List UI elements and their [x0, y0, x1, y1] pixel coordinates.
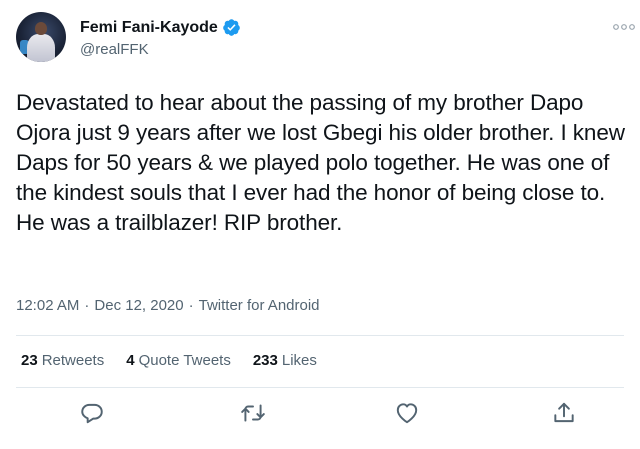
tweet-time[interactable]: 12:02 AM — [16, 297, 79, 314]
tweet-card: Femi Fani-Kayode @realFFK Devastated to … — [0, 0, 640, 449]
likes-stat[interactable]: 233 Likes — [253, 352, 317, 369]
tweet-date[interactable]: Dec 12, 2020 — [94, 297, 183, 314]
tweet-source[interactable]: Twitter for Android — [199, 297, 320, 314]
avatar[interactable] — [16, 12, 66, 62]
more-horizontal-icon[interactable] — [612, 20, 636, 32]
user-handle[interactable]: @realFFK — [80, 41, 149, 58]
retweets-label: Retweets — [41, 352, 105, 369]
retweets-stat[interactable]: 23 Retweets — [21, 352, 104, 369]
author-name-row: Femi Fani-Kayode — [80, 18, 241, 37]
engagement-stats: 23 Retweets 4 Quote Tweets 233 Likes — [21, 352, 339, 369]
heart-icon[interactable] — [394, 400, 420, 426]
retweet-icon[interactable] — [240, 400, 266, 426]
quote-tweets-count: 4 — [126, 352, 135, 369]
divider — [16, 335, 624, 336]
quote-tweets-label: Quote Tweets — [138, 352, 231, 369]
divider — [16, 387, 624, 388]
meta-separator: · — [188, 297, 194, 314]
tweet-text: Devastated to hear about the passing of … — [16, 90, 625, 235]
likes-label: Likes — [281, 352, 317, 369]
reply-icon[interactable] — [79, 400, 105, 426]
meta-separator: · — [84, 297, 90, 314]
likes-count: 233 — [252, 352, 278, 369]
tweet-metadata: 12:02 AM · Dec 12, 2020 · Twitter for An… — [16, 297, 320, 314]
quote-tweets-stat[interactable]: 4 Quote Tweets — [126, 352, 231, 369]
action-bar — [0, 400, 640, 430]
display-name[interactable]: Femi Fani-Kayode — [80, 19, 218, 37]
share-icon[interactable] — [551, 400, 577, 426]
verified-badge-icon — [222, 18, 241, 37]
retweets-count: 23 — [21, 352, 38, 369]
